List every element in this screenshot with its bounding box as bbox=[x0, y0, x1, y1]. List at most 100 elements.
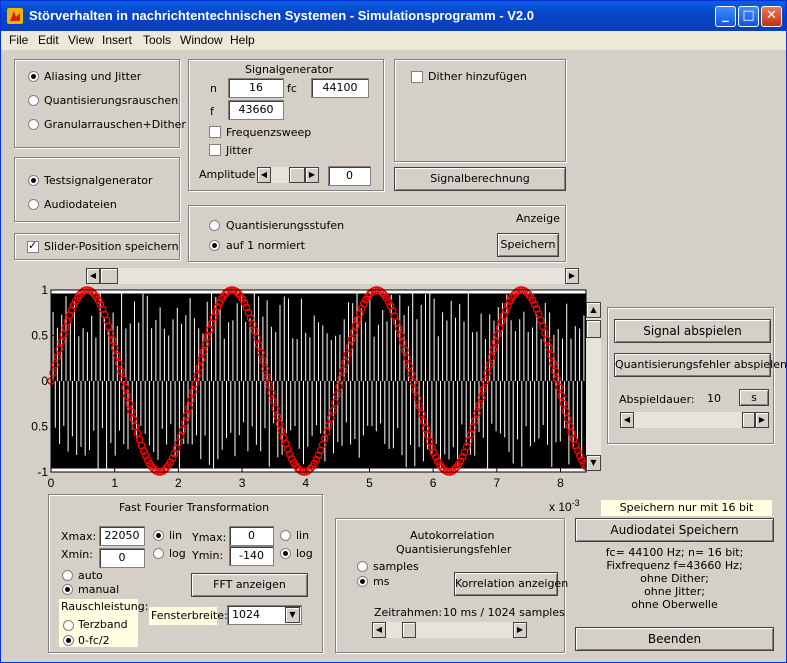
fc2-radio[interactable] bbox=[63, 635, 74, 646]
y-log-radio[interactable] bbox=[280, 548, 291, 559]
anzeige-save-button[interactable]: Speichern bbox=[497, 233, 559, 257]
f-label: f bbox=[210, 105, 214, 118]
menu-tools[interactable]: Tools bbox=[143, 33, 171, 47]
signalberechnung-button[interactable]: Signalberechnung bbox=[394, 167, 566, 191]
x-lin-label: lin bbox=[169, 529, 183, 542]
xmax-label: Xmax: bbox=[61, 530, 97, 543]
radio-aliasing[interactable] bbox=[28, 71, 39, 82]
signalgenerator-title: Signalgenerator bbox=[245, 63, 334, 76]
radio-normiert[interactable] bbox=[209, 240, 220, 251]
fc2-label: 0-fc/2 bbox=[78, 634, 110, 647]
menu-view[interactable]: View bbox=[68, 33, 94, 47]
xmin-label: Xmin: bbox=[61, 548, 93, 561]
amplitude-input[interactable]: 0 bbox=[328, 166, 371, 186]
beenden-button[interactable]: Beenden bbox=[575, 627, 774, 651]
n-label: n bbox=[210, 82, 217, 95]
xmin-input[interactable]: 0 bbox=[99, 548, 145, 568]
zeitrahmen-left[interactable]: ◀ bbox=[372, 622, 386, 638]
samples-label: samples bbox=[373, 560, 419, 573]
play-signal-button[interactable]: Signal abspielen bbox=[614, 319, 771, 343]
maximize-button[interactable]: □ bbox=[738, 6, 759, 27]
dither-checkbox[interactable] bbox=[411, 71, 423, 83]
zeitrahmen-label: Zeitrahmen: bbox=[374, 606, 443, 619]
amplitude-slider-thumb[interactable] bbox=[289, 167, 305, 183]
radio-aliasing-label: Aliasing und Jitter bbox=[44, 70, 142, 83]
samples-radio[interactable] bbox=[357, 561, 368, 572]
duration-slider-left[interactable]: ◀ bbox=[620, 412, 634, 428]
signalgenerator-panel: Signalgenerator n 16 fc 44100 f 43660 Fr… bbox=[188, 59, 384, 191]
plot-vscroll[interactable] bbox=[586, 318, 601, 455]
ms-radio[interactable] bbox=[357, 576, 368, 587]
x-tick-label: 3 bbox=[239, 476, 246, 490]
duration-slider-right[interactable]: ▶ bbox=[755, 412, 769, 428]
minimize-button[interactable]: _ bbox=[715, 6, 736, 27]
fft-panel: Fast Fourier Transformation Xmax: 22050 … bbox=[48, 494, 323, 653]
n-input[interactable]: 16 bbox=[228, 78, 284, 98]
amplitude-left-arrow[interactable]: ◀ bbox=[257, 167, 271, 183]
terzband-radio[interactable] bbox=[63, 620, 74, 631]
x-lin-radio[interactable] bbox=[153, 530, 164, 541]
x-log-radio[interactable] bbox=[153, 548, 164, 559]
zeitrahmen-slider[interactable] bbox=[386, 622, 513, 638]
radio-audiodateien[interactable] bbox=[28, 199, 39, 210]
zeitrahmen-thumb[interactable] bbox=[402, 622, 416, 638]
zeitrahmen-value: 10 ms / 1024 samples bbox=[443, 606, 565, 619]
radio-testsignalgenerator[interactable] bbox=[28, 175, 39, 186]
ymax-label: Ymax: bbox=[192, 531, 227, 544]
terzband-label: Terzband bbox=[78, 618, 128, 631]
zeitrahmen-right[interactable]: ▶ bbox=[513, 622, 527, 638]
menu-help[interactable]: Help bbox=[230, 33, 255, 47]
radio-quantisierungsstufen-label: Quantisierungsstufen bbox=[226, 219, 345, 232]
amplitude-label: Amplitude bbox=[199, 168, 256, 181]
ms-label: ms bbox=[373, 575, 390, 588]
korrelation-button[interactable]: Korrelation anzeigen bbox=[454, 572, 568, 596]
dither-label: Dither hinzufügen bbox=[428, 70, 527, 83]
fensterbreite-select[interactable]: 1024 ▼ bbox=[227, 605, 302, 625]
menu-insert[interactable]: Insert bbox=[102, 33, 132, 47]
auto-radio[interactable] bbox=[62, 570, 73, 581]
plot-vscroll-thumb[interactable] bbox=[586, 320, 601, 338]
close-button[interactable]: ✕ bbox=[761, 6, 782, 27]
radio-quantisierungsstufen[interactable] bbox=[209, 220, 220, 231]
info-line: ohne Oberwelle bbox=[631, 598, 718, 611]
y-lin-radio[interactable] bbox=[280, 530, 291, 541]
auto-label: auto bbox=[78, 569, 103, 582]
manual-radio[interactable] bbox=[62, 584, 73, 595]
play-error-button[interactable]: Quantisierungsfehler abspielen bbox=[614, 353, 787, 377]
xmax-input[interactable]: 22050 bbox=[99, 526, 145, 546]
window-title: Störverhalten in nachrichtentechnischen … bbox=[29, 8, 534, 23]
info-line: ohne Dither; bbox=[640, 572, 709, 585]
playback-panel: Signal abspielen Quantisierungsfehler ab… bbox=[607, 307, 787, 444]
y-tick-label: 0 bbox=[41, 374, 48, 388]
f-input[interactable]: 43660 bbox=[228, 100, 284, 120]
fc-input[interactable]: 44100 bbox=[311, 78, 369, 98]
plot-vscroll-down[interactable]: ▼ bbox=[586, 455, 601, 471]
slider-save-checkbox[interactable] bbox=[27, 239, 39, 253]
audio-save-button[interactable]: Audiodatei Speichern bbox=[575, 518, 774, 542]
amplitude-right-arrow[interactable]: ▶ bbox=[305, 167, 319, 183]
radio-granularrauschen[interactable] bbox=[28, 119, 39, 130]
radio-quantisierungsrauschen[interactable] bbox=[28, 95, 39, 106]
ymin-input[interactable]: -140 bbox=[229, 546, 274, 566]
jitter-checkbox[interactable] bbox=[209, 144, 221, 156]
y-log-label: log bbox=[296, 547, 313, 560]
y-tick-label: -0.5 bbox=[31, 420, 48, 434]
anzeige-title: Anzeige bbox=[516, 212, 560, 225]
menu-file[interactable]: File bbox=[9, 33, 28, 47]
slider-save-label: Slider-Position speichern bbox=[44, 240, 179, 253]
application-window: Störverhalten in nachrichtentechnischen … bbox=[0, 0, 787, 663]
frequenzsweep-checkbox[interactable] bbox=[209, 126, 221, 138]
plot-vscroll-up[interactable]: ▲ bbox=[586, 302, 601, 318]
menu-window[interactable]: Window bbox=[180, 33, 223, 47]
title-bar[interactable]: Störverhalten in nachrichtentechnischen … bbox=[1, 1, 786, 31]
x-tick-label: 8 bbox=[557, 476, 564, 490]
duration-slider-thumb[interactable] bbox=[742, 412, 755, 428]
duration-slider[interactable] bbox=[634, 412, 755, 428]
ymax-input[interactable]: 0 bbox=[229, 526, 274, 546]
fft-button[interactable]: FFT anzeigen bbox=[191, 573, 308, 597]
amplitude-slider[interactable] bbox=[271, 167, 305, 183]
quantisierungsfehler-title: Quantisierungsfehler bbox=[396, 543, 512, 556]
autokorrelation-panel: Autokorrelation Quantisierungsfehler sam… bbox=[335, 518, 568, 653]
chevron-down-icon[interactable]: ▼ bbox=[285, 607, 300, 623]
menu-edit[interactable]: Edit bbox=[38, 33, 59, 47]
